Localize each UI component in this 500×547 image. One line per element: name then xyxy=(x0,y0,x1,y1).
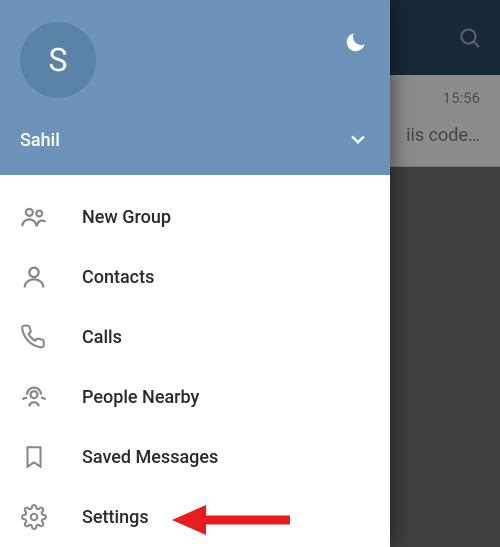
menu-label: Contacts xyxy=(82,267,154,288)
navigation-drawer: S Sahil xyxy=(0,0,390,547)
menu-item-new-group[interactable]: New Group xyxy=(0,187,390,247)
menu-label: Saved Messages xyxy=(82,447,218,468)
menu-item-contacts[interactable]: Contacts xyxy=(0,247,390,307)
menu-label: People Nearby xyxy=(82,387,199,408)
drawer-header: S Sahil xyxy=(0,0,390,175)
nearby-icon xyxy=(20,383,48,411)
gear-icon xyxy=(20,503,48,531)
username: Sahil xyxy=(20,130,60,151)
night-mode-toggle[interactable] xyxy=(342,28,370,56)
menu-item-calls[interactable]: Calls xyxy=(0,307,390,367)
menu-item-settings[interactable]: Settings xyxy=(0,487,390,547)
menu-label: Settings xyxy=(82,507,149,528)
account-expand-toggle[interactable] xyxy=(344,125,372,153)
group-icon xyxy=(20,203,48,231)
menu-label: New Group xyxy=(82,207,171,228)
menu-label: Calls xyxy=(82,327,122,348)
menu-item-saved-messages[interactable]: Saved Messages xyxy=(0,427,390,487)
menu-item-people-nearby[interactable]: People Nearby xyxy=(0,367,390,427)
moon-icon xyxy=(344,30,368,54)
chevron-down-icon xyxy=(348,129,368,149)
avatar[interactable]: S xyxy=(20,22,96,98)
drawer-menu: New Group Contacts Calls xyxy=(0,175,390,547)
avatar-initial: S xyxy=(49,41,68,79)
phone-icon xyxy=(20,323,48,351)
person-icon xyxy=(20,263,48,291)
bookmark-icon xyxy=(20,443,48,471)
